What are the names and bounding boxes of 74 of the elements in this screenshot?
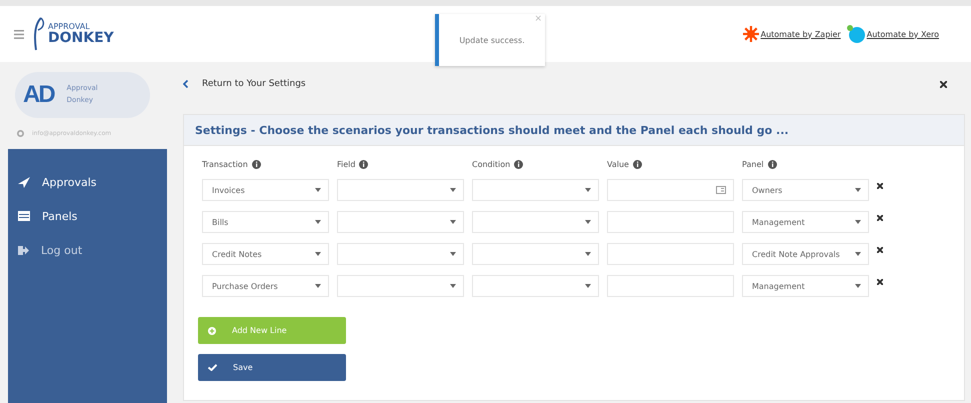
caret-icon <box>585 220 591 224</box>
card-title: Settings - Choose the scenarios your transactions should meet and the Panel each should go ... <box>195 124 789 136</box>
info-icon <box>514 160 524 169</box>
menu-icon[interactable] <box>14 30 24 38</box>
dropdown[interactable]: Credit Note Approvals <box>742 243 869 265</box>
dropdown[interactable] <box>337 243 464 265</box>
dropdown[interactable] <box>337 179 464 201</box>
input-field[interactable] <box>607 179 734 201</box>
dropdown[interactable] <box>472 243 599 265</box>
delete-icon[interactable] <box>877 183 883 189</box>
caret-icon <box>855 252 861 256</box>
nav-item[interactable]: Panels <box>8 199 167 233</box>
dropdown[interactable]: Bills <box>202 211 329 233</box>
info-icon <box>768 160 777 169</box>
back-link[interactable]: Return to Your Settings <box>202 79 306 89</box>
column-header: Condition <box>472 160 510 169</box>
caret-icon <box>315 220 321 224</box>
dropdown[interactable] <box>472 211 599 233</box>
dropdown[interactable] <box>337 211 464 233</box>
avatar-logo: AD <box>23 81 56 109</box>
dropdown[interactable] <box>472 275 599 297</box>
caret-icon <box>855 284 861 288</box>
caret-icon <box>315 188 321 192</box>
close-icon[interactable] <box>940 80 947 88</box>
integration-link[interactable]: Automate by Zapier <box>760 30 841 38</box>
column-header: Panel <box>742 160 764 169</box>
delete-icon[interactable] <box>877 215 883 221</box>
caret-icon <box>315 284 321 288</box>
dropdown[interactable]: Management <box>742 275 869 297</box>
dropdown[interactable] <box>472 179 599 201</box>
dropdown[interactable]: Invoices <box>202 179 329 201</box>
input-field[interactable] <box>607 275 734 297</box>
dropdown[interactable]: Credit Notes <box>202 243 329 265</box>
caret-icon <box>855 220 861 224</box>
cloud-badge-icon <box>846 25 865 43</box>
table-icon <box>18 211 30 221</box>
info-icon <box>632 160 642 169</box>
dropdown[interactable]: Owners <box>742 179 869 201</box>
dropdown[interactable]: Purchase Orders <box>202 275 329 297</box>
column-header: Field <box>337 160 356 169</box>
plus-circle-icon <box>208 326 216 334</box>
logo-text: DONKEY <box>48 31 114 45</box>
delete-icon[interactable] <box>877 247 883 253</box>
dropdown[interactable]: Management <box>742 211 869 233</box>
logo-text: APPROVAL <box>48 23 91 31</box>
integration-link[interactable]: Automate by Xero <box>866 30 939 38</box>
caret-icon <box>450 284 456 288</box>
toast-message: Update success. <box>459 36 525 44</box>
list-icon <box>716 186 726 194</box>
nav-item[interactable]: Approvals <box>8 165 167 199</box>
info-icon <box>252 160 261 169</box>
column-header: Transaction <box>202 160 248 169</box>
caret-icon <box>315 252 321 256</box>
logout-icon <box>18 246 29 254</box>
settings-icon[interactable] <box>17 130 24 137</box>
input-field[interactable] <box>607 243 734 265</box>
dropdown[interactable] <box>337 275 464 297</box>
info-icon <box>359 160 368 169</box>
column-header: Value <box>607 160 629 169</box>
check-icon <box>208 364 217 371</box>
caret-icon <box>855 188 861 192</box>
caret-icon <box>585 188 591 192</box>
nav-item[interactable]: Log out <box>8 233 167 267</box>
caret-icon <box>450 188 456 192</box>
caret-icon <box>585 252 591 256</box>
chevron-left-icon[interactable] <box>183 80 188 88</box>
caret-icon <box>585 284 591 288</box>
delete-icon[interactable] <box>877 279 883 285</box>
caret-icon <box>450 220 456 224</box>
paper-plane-icon <box>18 176 30 188</box>
input-field[interactable] <box>607 211 734 233</box>
sun-icon <box>742 26 759 42</box>
caret-icon <box>450 252 456 256</box>
save-button[interactable]: Save <box>198 354 346 381</box>
